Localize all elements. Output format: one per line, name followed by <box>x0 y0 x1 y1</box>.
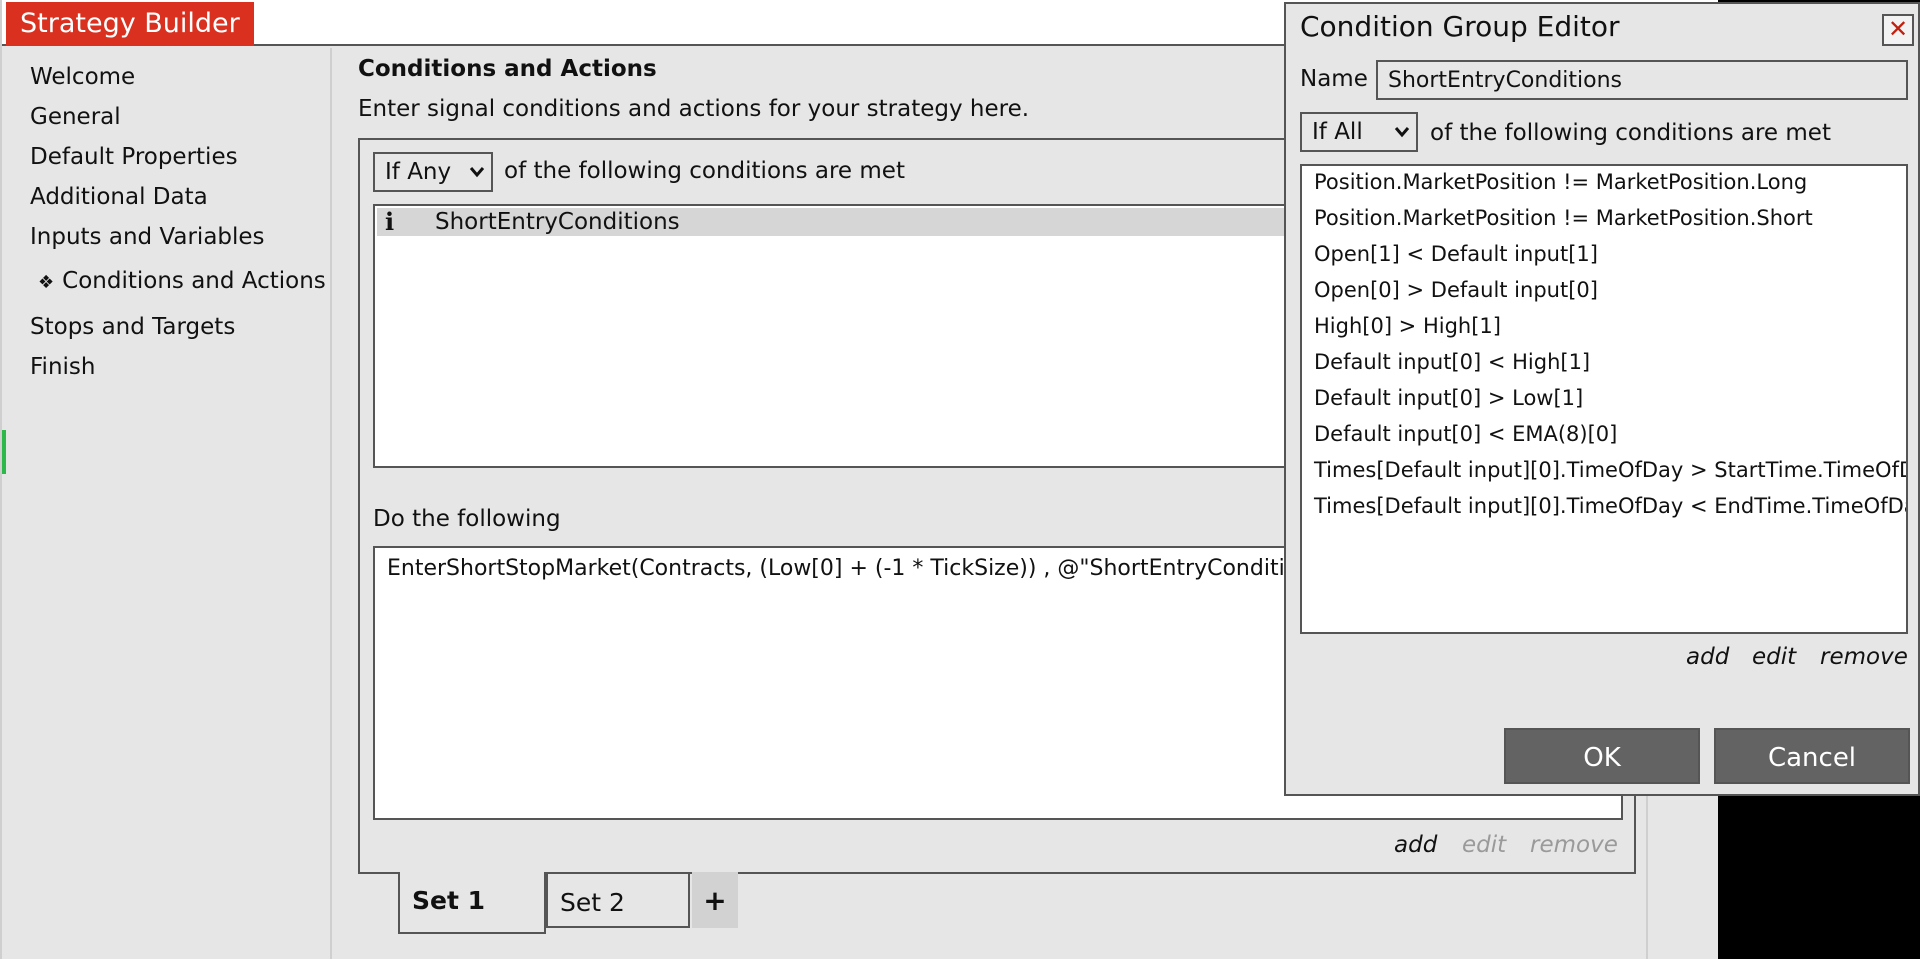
list-item[interactable]: Position.MarketPosition != MarketPositio… <box>1314 206 1813 230</box>
sidebar-item-stops-and-targets[interactable]: Stops and Targets <box>30 314 235 340</box>
name-label: Name <box>1300 66 1368 92</box>
active-bullet-icon: ❖ <box>38 272 55 293</box>
page-title: Conditions and Actions <box>358 56 657 82</box>
list-item[interactable]: Open[1] < Default input[1] <box>1314 242 1598 266</box>
wizard-sidebar: Welcome General Default Properties Addit… <box>2 48 332 959</box>
sidebar-item-conditions-and-actions[interactable]: ❖ Conditions and Actions <box>38 268 326 294</box>
list-item[interactable]: Open[0] > Default input[0] <box>1314 278 1598 302</box>
edit-condition-link[interactable]: edit <box>1752 644 1796 670</box>
actions-label: Do the following <box>373 506 561 532</box>
sidebar-item-general[interactable]: General <box>30 104 121 130</box>
condition-list[interactable]: Position.MarketPosition != MarketPositio… <box>1300 164 1908 634</box>
sidebar-item-label: Additional Data <box>30 184 208 210</box>
add-action-link[interactable]: add <box>1394 832 1437 858</box>
sidebar-item-label: Inputs and Variables <box>30 224 265 250</box>
tab-set-1[interactable]: Set 1 <box>398 872 546 934</box>
list-item[interactable]: Times[Default input][0].TimeOfDay < EndT… <box>1314 494 1906 518</box>
ok-button[interactable]: OK <box>1504 728 1700 784</box>
match-mode-select[interactable]: If Any <box>373 152 493 192</box>
list-item[interactable]: High[0] > High[1] <box>1314 314 1501 338</box>
sidebar-item-label: Stops and Targets <box>30 314 236 340</box>
match-mode-select[interactable]: If All <box>1300 112 1418 152</box>
add-condition-link[interactable]: add <box>1686 644 1729 670</box>
match-mode-suffix: of the following conditions are met <box>1430 120 1831 146</box>
list-item[interactable]: Default input[0] < High[1] <box>1314 350 1590 374</box>
cancel-button[interactable]: Cancel <box>1714 728 1910 784</box>
condition-group-label: ShortEntryConditions <box>435 209 680 235</box>
sidebar-item-label: General <box>30 104 121 130</box>
page-description: Enter signal conditions and actions for … <box>358 96 1030 122</box>
match-mode-suffix: of the following conditions are met <box>504 158 905 184</box>
sidebar-item-label: Conditions and Actions <box>62 268 326 294</box>
sidebar-item-label: Finish <box>30 354 96 380</box>
sidebar-item-default-properties[interactable]: Default Properties <box>30 144 238 170</box>
chevron-down-icon <box>1394 127 1410 138</box>
sidebar-item-additional-data[interactable]: Additional Data <box>30 184 208 210</box>
condition-group-editor-dialog: Condition Group Editor ✕ Name If All of … <box>1284 2 1920 796</box>
name-field[interactable] <box>1376 60 1908 100</box>
match-mode-value: If All <box>1312 119 1363 145</box>
list-item[interactable]: Position.MarketPosition != MarketPositio… <box>1314 170 1807 194</box>
action-item[interactable]: EnterShortStopMarket(Contracts, (Low[0] … <box>387 556 1350 581</box>
sidebar-item-label: Default Properties <box>30 144 238 170</box>
add-set-button[interactable]: + <box>692 872 738 928</box>
remove-action-link[interactable]: remove <box>1530 832 1618 858</box>
chevron-down-icon <box>469 167 485 178</box>
app-title: Strategy Builder <box>6 2 254 46</box>
close-icon[interactable]: ✕ <box>1882 14 1914 46</box>
edit-action-link[interactable]: edit <box>1462 832 1506 858</box>
match-mode-value: If Any <box>385 159 452 185</box>
tab-set-2[interactable]: Set 2 <box>546 872 690 928</box>
remove-condition-link[interactable]: remove <box>1820 644 1908 670</box>
dialog-title: Condition Group Editor <box>1300 10 1620 43</box>
sidebar-item-inputs-and-variables[interactable]: Inputs and Variables <box>30 224 265 250</box>
info-icon: i <box>385 207 395 236</box>
list-item[interactable]: Default input[0] > Low[1] <box>1314 386 1583 410</box>
sidebar-item-finish[interactable]: Finish <box>30 354 95 380</box>
list-item[interactable]: Default input[0] < EMA(8)[0] <box>1314 422 1617 446</box>
sidebar-item-welcome[interactable]: Welcome <box>30 64 135 90</box>
sidebar-item-label: Welcome <box>30 64 136 90</box>
list-item[interactable]: Times[Default input][0].TimeOfDay > Star… <box>1314 458 1906 482</box>
